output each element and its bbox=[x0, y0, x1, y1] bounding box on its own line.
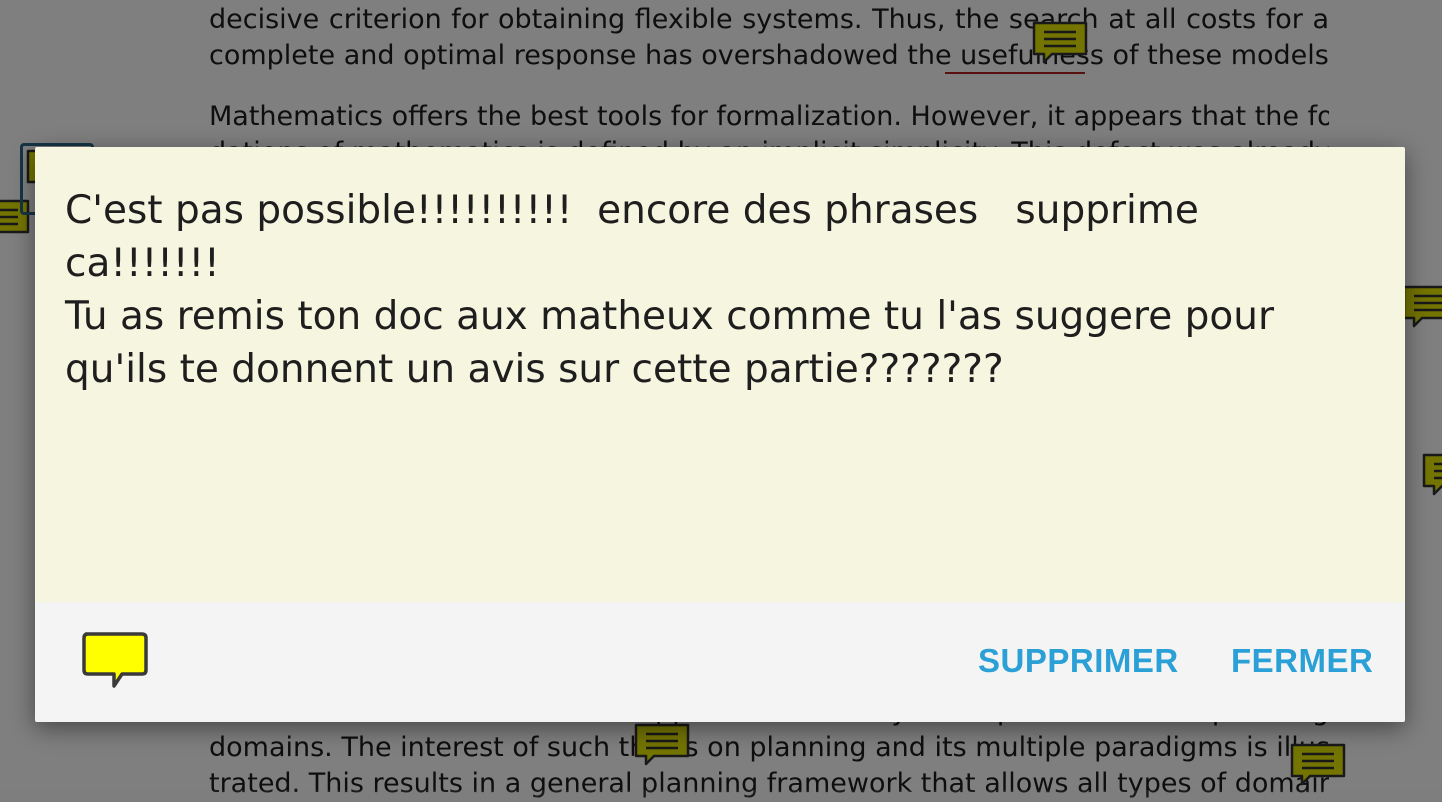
speech-bubble-icon[interactable] bbox=[80, 630, 150, 692]
comment-text[interactable]: C'est pas possible!!!!!!!!!! encore des … bbox=[65, 184, 1365, 396]
comment-body[interactable]: C'est pas possible!!!!!!!!!! encore des … bbox=[35, 147, 1405, 602]
dialog-footer: SUPPRIMER FERMER bbox=[35, 602, 1405, 722]
comment-dialog: C'est pas possible!!!!!!!!!! encore des … bbox=[35, 147, 1405, 722]
delete-button[interactable]: SUPPRIMER bbox=[978, 642, 1179, 680]
close-button[interactable]: FERMER bbox=[1231, 642, 1373, 680]
